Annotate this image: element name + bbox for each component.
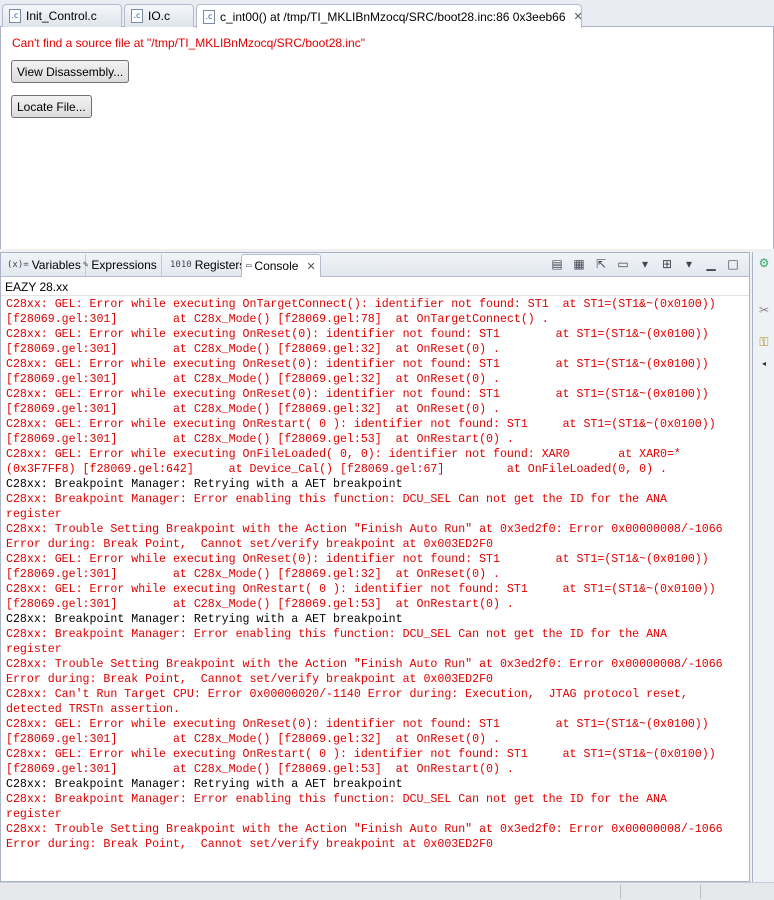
source-not-found-message: Can't find a source file at "/tmp/TI_MKL…: [12, 36, 365, 50]
tab-label: Init_Control.c: [26, 9, 97, 23]
console-line: C28xx: Breakpoint Manager: Retrying with…: [6, 778, 403, 791]
close-icon[interactable]: ✕: [306, 260, 315, 273]
console-line: C28xx: GEL: Error while executing OnTarg…: [6, 298, 716, 311]
console-line: C28xx: Can't Run Target CPU: Error 0x000…: [6, 688, 688, 701]
tab-label: c_int00() at /tmp/TI_MKLIBnMzocq/SRC/boo…: [220, 9, 566, 24]
divider: [1, 295, 749, 296]
tab-c-int00[interactable]: .c c_int00() at /tmp/TI_MKLIBnMzocq/SRC/…: [196, 4, 582, 28]
console-toolbar: ▤ ▦ ⇱ ▭ ▾ ⊞ ▾ ▁ □: [549, 256, 741, 272]
console-line: (0x3F7FF8) [f28069.gel:642] at Device_Ca…: [6, 463, 667, 476]
console-line: C28xx: GEL: Error while executing OnRese…: [6, 388, 709, 401]
console-line: register: [6, 643, 62, 656]
console-output[interactable]: C28xx: GEL: Error while executing OnTarg…: [6, 297, 746, 881]
console-line: register: [6, 808, 62, 821]
open-console-icon[interactable]: ⊞: [659, 256, 675, 272]
expressions-icon: ✎: [83, 260, 89, 270]
side-toolbar: ⚙ ✂ ⚿ ◂: [752, 252, 774, 882]
console-line: C28xx: GEL: Error while executing OnFile…: [6, 448, 681, 461]
divider: [700, 885, 701, 899]
console-line: [f28069.gel:301] at C28x_Mode() [f28069.…: [6, 568, 500, 581]
view-tab-bar: (x)= Variables ✎ Expressions 1010 Regist…: [1, 253, 749, 277]
console-line: C28xx: Trouble Setting Breakpoint with t…: [6, 523, 723, 536]
console-line: [f28069.gel:301] at C28x_Mode() [f28069.…: [6, 343, 500, 356]
console-line: [f28069.gel:301] at C28x_Mode() [f28069.…: [6, 433, 514, 446]
tab-label: Variables: [31, 258, 81, 272]
close-icon[interactable]: ✕: [574, 10, 581, 23]
console-line: Error during: Break Point, Cannot set/ve…: [6, 838, 494, 851]
chevron-down-icon[interactable]: ▾: [637, 256, 653, 272]
console-line: Error during: Break Point, Cannot set/ve…: [6, 538, 494, 551]
chevron-down-icon[interactable]: ▾: [681, 256, 697, 272]
clear-console-icon[interactable]: ▤: [549, 256, 565, 272]
console-line: C28xx: Breakpoint Manager: Error enablin…: [6, 628, 667, 641]
console-line: Error during: Break Point, Cannot set/ve…: [6, 673, 494, 686]
minimize-icon[interactable]: ▁: [703, 256, 719, 272]
console-line: C28xx: GEL: Error while executing OnRese…: [6, 328, 709, 341]
console-line: C28xx: GEL: Error while executing OnRest…: [6, 583, 716, 596]
console-line: C28xx: Trouble Setting Breakpoint with t…: [6, 658, 723, 671]
c-file-icon: .c: [131, 9, 143, 23]
console-line: [f28069.gel:301] at C28x_Mode() [f28069.…: [6, 598, 514, 611]
registers-icon: 1010: [170, 260, 192, 270]
editor-area: Can't find a source file at "/tmp/TI_MKL…: [0, 27, 774, 249]
c-file-icon: .c: [203, 9, 215, 24]
c-file-icon: .c: [9, 9, 21, 23]
console-line: C28xx: GEL: Error while executing OnRest…: [6, 748, 716, 761]
display-console-icon[interactable]: ▭: [615, 256, 631, 272]
console-line: C28xx: GEL: Error while executing OnRese…: [6, 358, 709, 371]
tab-label: Expressions: [91, 258, 157, 272]
tab-init-control[interactable]: .c Init_Control.c: [2, 4, 122, 27]
console-icon: ▭: [246, 261, 252, 271]
tab-variables[interactable]: (x)= Variables: [3, 254, 86, 276]
console-line: [f28069.gel:301] at C28x_Mode() [f28069.…: [6, 403, 500, 416]
tab-registers[interactable]: 1010 Registers: [166, 254, 251, 276]
locate-file-button[interactable]: Locate File...: [11, 95, 92, 118]
key-icon[interactable]: ⚿: [756, 334, 772, 350]
console-line: detected TRSTn assertion.: [6, 703, 180, 716]
console-line: C28xx: Breakpoint Manager: Retrying with…: [6, 478, 403, 491]
tab-label: IO.c: [148, 9, 171, 23]
console-line: [f28069.gel:301] at C28x_Mode() [f28069.…: [6, 763, 514, 776]
gear-icon[interactable]: ⚙: [756, 255, 772, 271]
console-line: [f28069.gel:301] at C28x_Mode() [f28069.…: [6, 373, 500, 386]
console-line: C28xx: Breakpoint Manager: Error enablin…: [6, 793, 667, 806]
tab-expressions[interactable]: ✎ Expressions: [79, 254, 162, 276]
console-line: register: [6, 508, 62, 521]
scroll-lock-icon[interactable]: ▦: [571, 256, 587, 272]
maximize-icon[interactable]: □: [725, 256, 741, 272]
editor-tab-bar: .c Init_Control.c .c IO.c .c c_int00() a…: [0, 0, 774, 28]
console-line: C28xx: GEL: Error while executing OnRese…: [6, 553, 709, 566]
console-line: [f28069.gel:301] at C28x_Mode() [f28069.…: [6, 733, 500, 746]
console-line: C28xx: GEL: Error while executing OnRese…: [6, 718, 709, 731]
tool-icon[interactable]: ✂: [756, 302, 772, 318]
view-disassembly-button[interactable]: View Disassembly...: [11, 60, 130, 83]
console-line: C28xx: Breakpoint Manager: Error enablin…: [6, 493, 667, 506]
console-line: C28xx: Breakpoint Manager: Retrying with…: [6, 613, 403, 626]
console-line: [f28069.gel:301] at C28x_Mode() [f28069.…: [6, 313, 549, 326]
tab-io[interactable]: .c IO.c: [124, 4, 194, 27]
console-view: (x)= Variables ✎ Expressions 1010 Regist…: [0, 252, 750, 882]
tab-console[interactable]: ▭ Console ✕: [241, 254, 321, 277]
tab-label: Console: [254, 259, 299, 273]
divider: [620, 885, 621, 899]
pin-console-icon[interactable]: ⇱: [593, 256, 609, 272]
status-bar: [0, 882, 774, 900]
tab-label: Registers: [194, 258, 246, 272]
console-line: C28xx: Trouble Setting Breakpoint with t…: [6, 823, 723, 836]
chevron-left-icon[interactable]: ◂: [756, 356, 772, 372]
console-line: C28xx: GEL: Error while executing OnRest…: [6, 418, 716, 431]
variables-icon: (x)=: [7, 260, 29, 270]
console-name: EAZY 28.xx: [5, 280, 69, 294]
